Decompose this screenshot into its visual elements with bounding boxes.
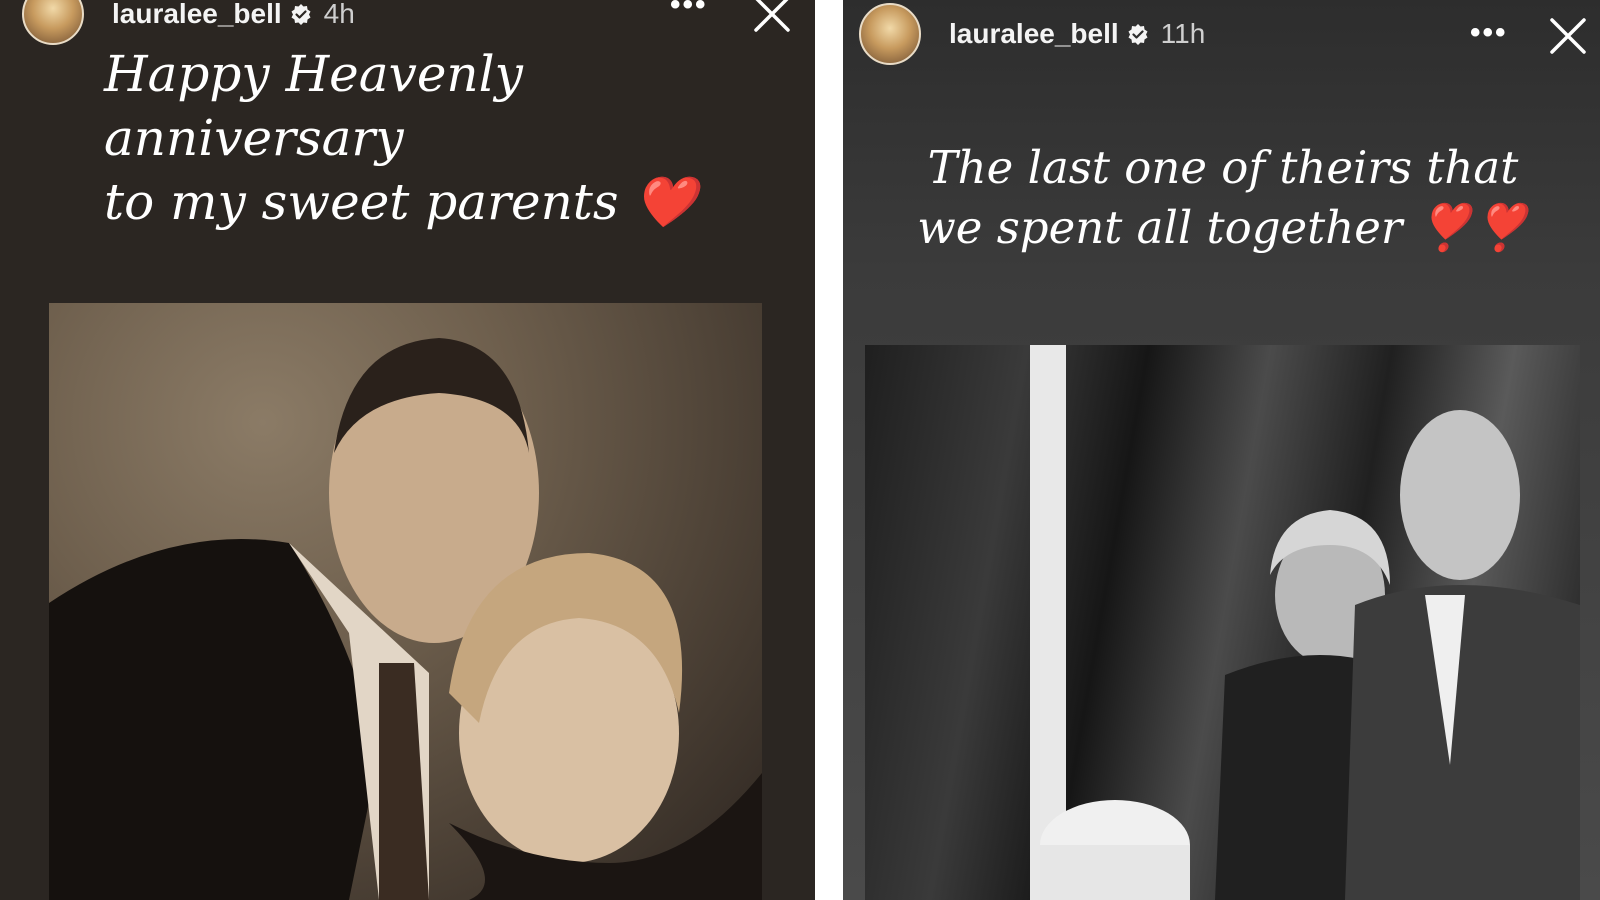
story-panel-right[interactable]: lauralee_bell 11h ••• The last one of th… — [843, 0, 1600, 900]
caption-line: anniversary — [104, 109, 404, 167]
close-icon[interactable] — [752, 0, 792, 34]
caption-line: Happy Heavenly — [104, 45, 523, 103]
profile-avatar[interactable] — [22, 0, 84, 45]
story-caption: Happy Heavenly anniversary to my sweet p… — [104, 42, 804, 234]
verified-badge-icon — [1127, 23, 1149, 45]
close-icon[interactable] — [1548, 16, 1588, 56]
username[interactable]: lauralee_bell — [949, 18, 1119, 50]
story-comparison-canvas: lauralee_bell 4h ••• Happy Heavenly anni… — [0, 0, 1600, 900]
story-panel-left[interactable]: lauralee_bell 4h ••• Happy Heavenly anni… — [0, 0, 815, 900]
post-time: 11h — [1160, 18, 1206, 49]
verified-badge-icon — [290, 3, 312, 25]
post-time: 4h — [323, 0, 355, 29]
more-options-icon[interactable]: ••• — [670, 0, 708, 22]
caption-line: we spent all together ❣️❣️ — [917, 200, 1529, 254]
story-caption: The last one of theirs that we spent all… — [873, 138, 1573, 258]
caption-line: to my sweet parents ❤️ — [104, 173, 697, 231]
story-header: lauralee_bell 4h — [22, 0, 355, 45]
caption-line: The last one of theirs that — [927, 141, 1519, 194]
story-header: lauralee_bell 11h — [859, 3, 1206, 65]
cake-cutting-photo — [865, 345, 1580, 900]
profile-avatar[interactable] — [859, 3, 921, 65]
more-options-icon[interactable]: ••• — [1470, 16, 1508, 50]
username[interactable]: lauralee_bell — [112, 0, 282, 30]
couple-portrait-photo — [49, 303, 762, 900]
